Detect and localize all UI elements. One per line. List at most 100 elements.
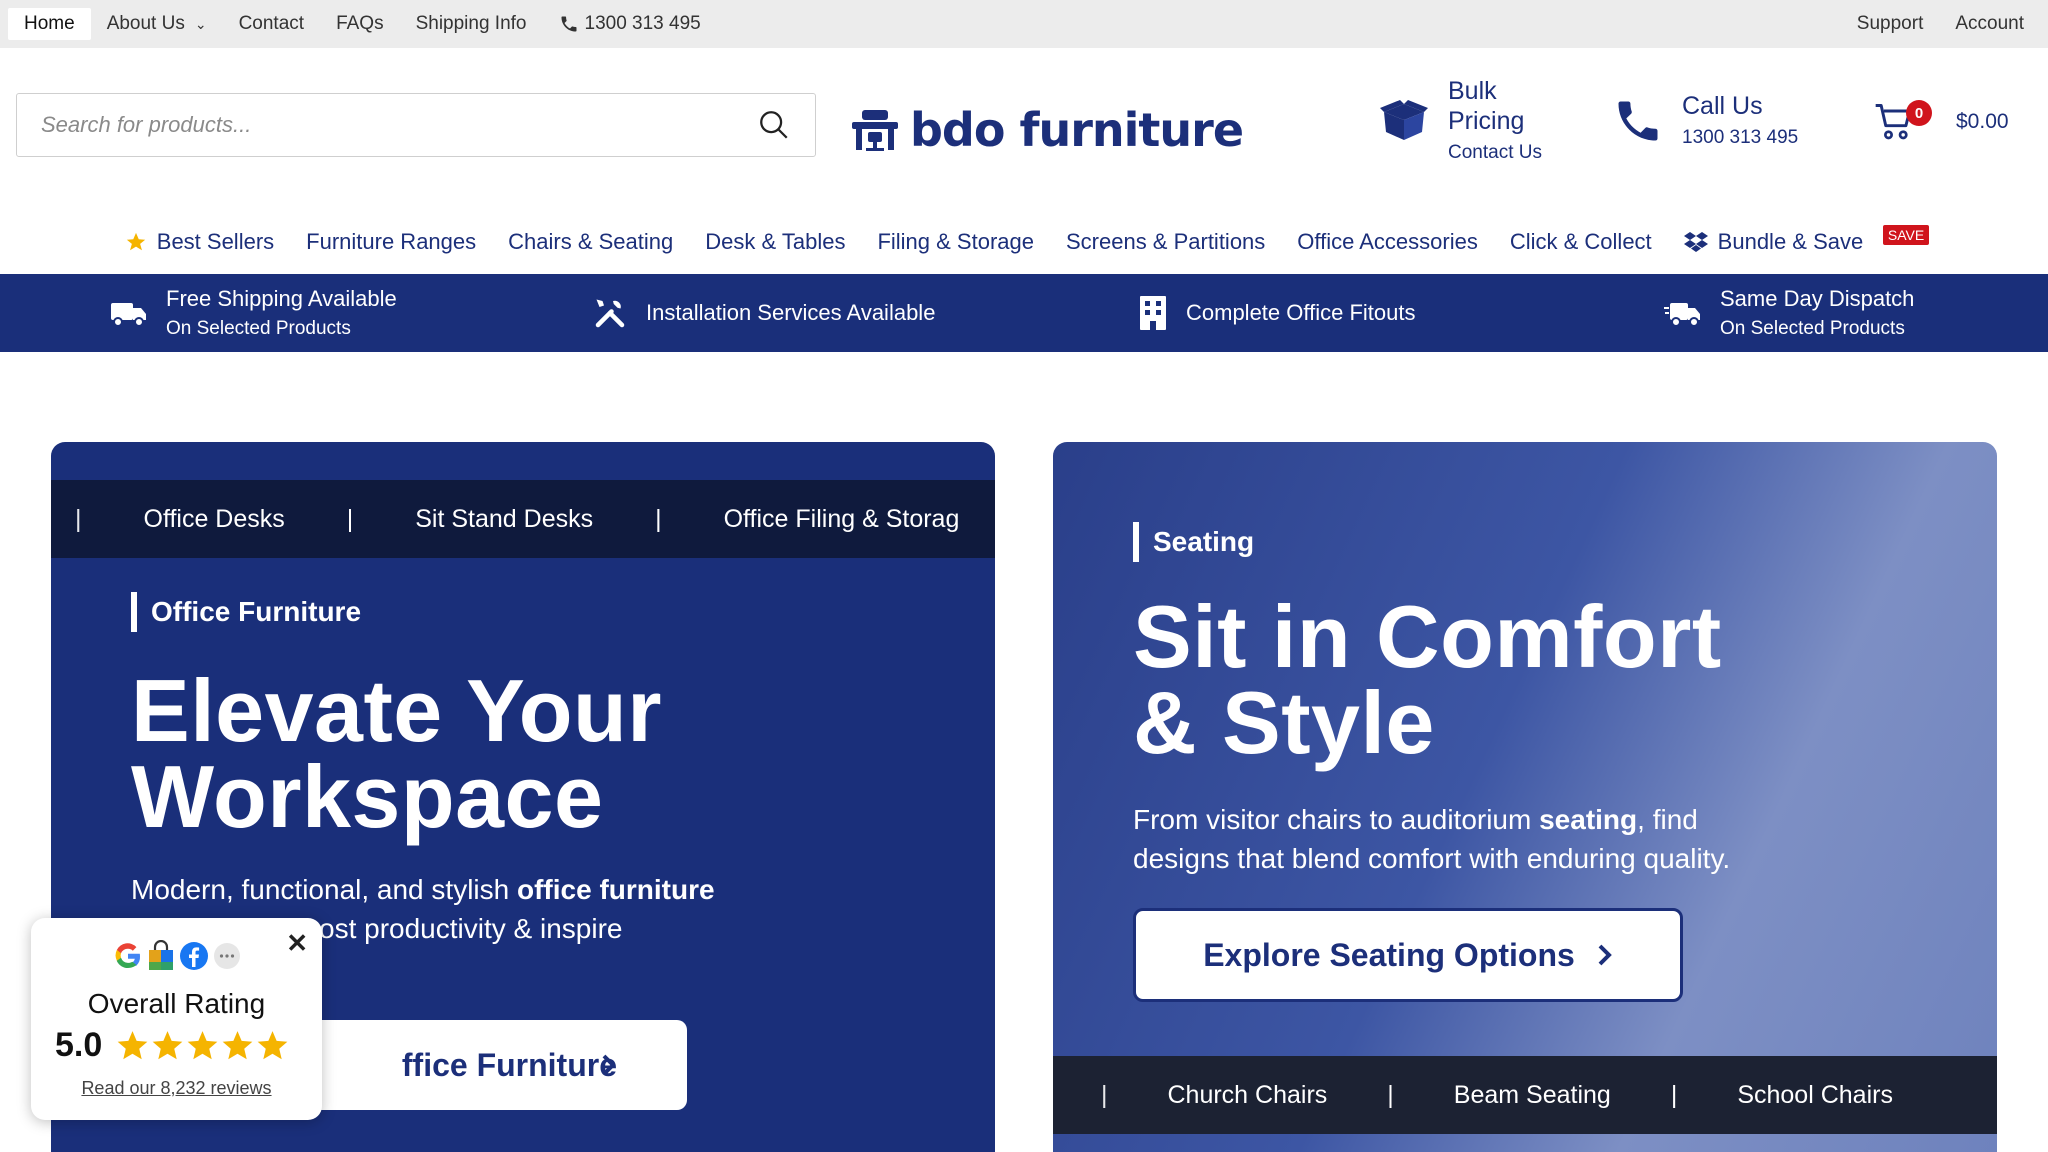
- nav-chairs-seating[interactable]: Chairs & Seating: [508, 229, 673, 255]
- call-title: Call Us: [1682, 92, 1763, 120]
- bulk-pricing-text: Bulk Pricing Contact Us: [1448, 76, 1542, 164]
- rating-title: Overall Rating: [87, 988, 266, 1019]
- call-us-text: Call Us 1300 313 495: [1682, 92, 1798, 149]
- truck-icon: [111, 303, 146, 327]
- desc-line2: ost productivity & inspire: [319, 913, 623, 944]
- read-reviews-link[interactable]: Read our 8,232 reviews: [31, 1078, 322, 1099]
- search-bar: [16, 93, 816, 157]
- star-icon: [126, 232, 145, 251]
- nav-filing-storage[interactable]: Filing & Storage: [877, 229, 1034, 255]
- top-links: Home About Us ⌄ Contact FAQs Shipping In…: [8, 8, 717, 40]
- chevron-right-icon: [1598, 944, 1612, 966]
- strip-separator: |: [1670, 1080, 1678, 1109]
- category-strip-bottom: | Church Chairs | Beam Seating | School …: [1053, 1056, 1997, 1134]
- nav-screens-partitions[interactable]: Screens & Partitions: [1066, 229, 1265, 255]
- feature-sub: On Selected Products: [1720, 318, 1905, 339]
- explore-seating-button[interactable]: Explore Seating Options: [1133, 908, 1683, 1002]
- headline-line1: Elevate Your: [131, 661, 662, 760]
- nav-best-sellers[interactable]: Best Sellers: [125, 229, 274, 255]
- hero-eyebrow: Seating: [1133, 522, 1254, 562]
- strip-link-office-filing[interactable]: Office Filing & Storag: [724, 505, 960, 534]
- strip-link-school-chairs[interactable]: School Chairs: [1737, 1081, 1893, 1110]
- call-us-link[interactable]: Call Us 1300 313 495: [1612, 92, 1798, 149]
- shop-office-furniture-button[interactable]: ffice Furniture: [269, 1020, 687, 1110]
- rating-widget[interactable]: ✕ Overall Rating 5.0 Read our 8,232 revi…: [31, 918, 322, 1120]
- dropbox-bundle-icon: [1683, 232, 1708, 252]
- eyebrow-text: Office Furniture: [151, 596, 362, 627]
- phone-icon: [1618, 101, 1658, 140]
- star-icon: [187, 1031, 218, 1060]
- desc-text-end: , find: [1637, 804, 1698, 835]
- chevron-right-icon: [602, 1054, 616, 1076]
- eyebrow-bar: [131, 592, 137, 632]
- desk-chair-logo-icon: [852, 110, 898, 151]
- strip-link-beam-seating[interactable]: Beam Seating: [1454, 1081, 1611, 1110]
- top-link-faqs[interactable]: FAQs: [320, 8, 400, 40]
- eyebrow-bar: [1133, 522, 1139, 562]
- call-number: 1300 313 495: [1682, 127, 1799, 148]
- star-icon: [222, 1031, 253, 1060]
- desc-text: From visitor chairs to auditorium: [1133, 804, 1540, 835]
- headline-line1: Sit in Comfort: [1133, 587, 1722, 686]
- top-phone-number: 1300 313 495: [584, 13, 701, 34]
- top-link-shipping[interactable]: Shipping Info: [400, 8, 543, 40]
- strip-link-church-chairs[interactable]: Church Chairs: [1168, 1081, 1328, 1110]
- site-logo[interactable]: bdo furniture: [850, 103, 1244, 157]
- desc-bold: office furniture: [516, 874, 715, 905]
- top-link-support[interactable]: Support: [1841, 8, 1940, 40]
- nav-furniture-ranges[interactable]: Furniture Ranges: [306, 229, 476, 255]
- rating-score-row: 5.0: [55, 1026, 289, 1065]
- feature-same-day-dispatch: Same Day Dispatch On Selected Products: [1664, 274, 1914, 352]
- cart-button[interactable]: 0 $0.00: [1872, 100, 2009, 144]
- strip-separator: |: [655, 504, 662, 533]
- category-strip-top: | Office Desks | Sit Stand Desks | Offic…: [51, 480, 995, 558]
- hero-headline: Sit in Comfort & Style: [1133, 587, 1722, 767]
- building-icon: [1140, 296, 1166, 330]
- strip-link-sit-stand-desks[interactable]: Sit Stand Desks: [415, 505, 593, 534]
- chevron-down-icon: ⌄: [194, 15, 207, 32]
- feature-title: Installation Services Available: [646, 300, 936, 325]
- strip-link-office-desks[interactable]: Office Desks: [144, 505, 285, 534]
- save-badge: SAVE: [1882, 225, 1930, 245]
- feature-free-shipping: Free Shipping Available On Selected Prod…: [110, 274, 397, 352]
- strip-separator: |: [75, 504, 82, 533]
- rating-stars: [116, 1029, 289, 1062]
- top-utility-bar: Home About Us ⌄ Contact FAQs Shipping In…: [0, 0, 2048, 48]
- star-icon: [117, 1031, 148, 1060]
- top-link-account[interactable]: Account: [1939, 8, 2040, 40]
- review-source-icons: [31, 940, 322, 972]
- bulk-pricing-link[interactable]: Bulk Pricing Contact Us: [1378, 76, 1542, 164]
- top-link-about[interactable]: About Us ⌄: [91, 8, 223, 40]
- bulk-line1: Bulk: [1448, 77, 1497, 105]
- more-icon: [213, 943, 240, 969]
- nav-office-accessories[interactable]: Office Accessories: [1297, 229, 1478, 255]
- google-icon: [115, 943, 140, 969]
- feature-title: Free Shipping Available: [166, 286, 397, 311]
- hero-eyebrow: Office Furniture: [131, 592, 361, 632]
- strip-separator: |: [1387, 1080, 1394, 1109]
- hero-headline: Elevate Your Workspace: [131, 661, 662, 846]
- features-bar: Free Shipping Available On Selected Prod…: [0, 274, 2048, 352]
- rating-score: 5.0: [55, 1026, 103, 1064]
- hero-seating: Seating Sit in Comfort & Style From visi…: [1053, 442, 1997, 1152]
- nav-click-collect[interactable]: Click & Collect: [1510, 229, 1652, 255]
- main-nav: Best Sellers Furniture Ranges Chairs & S…: [0, 222, 2048, 262]
- top-right-links: Support Account: [1841, 8, 2040, 40]
- button-label: ffice Furniture: [401, 1046, 617, 1083]
- headline-line2: Workspace: [131, 747, 604, 846]
- feature-title: Complete Office Fitouts: [1186, 300, 1416, 325]
- top-link-home[interactable]: Home: [8, 8, 91, 40]
- desc-text: Modern, functional, and stylish: [131, 874, 517, 905]
- feature-installation: Installation Services Available: [592, 274, 935, 352]
- search-icon[interactable]: [757, 108, 791, 142]
- top-phone-link[interactable]: 1300 313 495: [543, 8, 717, 40]
- nav-bundle-save[interactable]: Bundle & Save SAVE: [1683, 225, 1930, 255]
- cart-total: $0.00: [1956, 110, 2009, 133]
- star-icon: [152, 1031, 183, 1060]
- top-link-contact[interactable]: Contact: [223, 8, 320, 40]
- nav-desk-tables[interactable]: Desk & Tables: [705, 229, 845, 255]
- search-input[interactable]: [41, 112, 757, 138]
- top-link-about-label: About Us: [106, 13, 185, 34]
- strip-separator: |: [1101, 1080, 1108, 1109]
- logo-text: bdo furniture: [910, 103, 1244, 157]
